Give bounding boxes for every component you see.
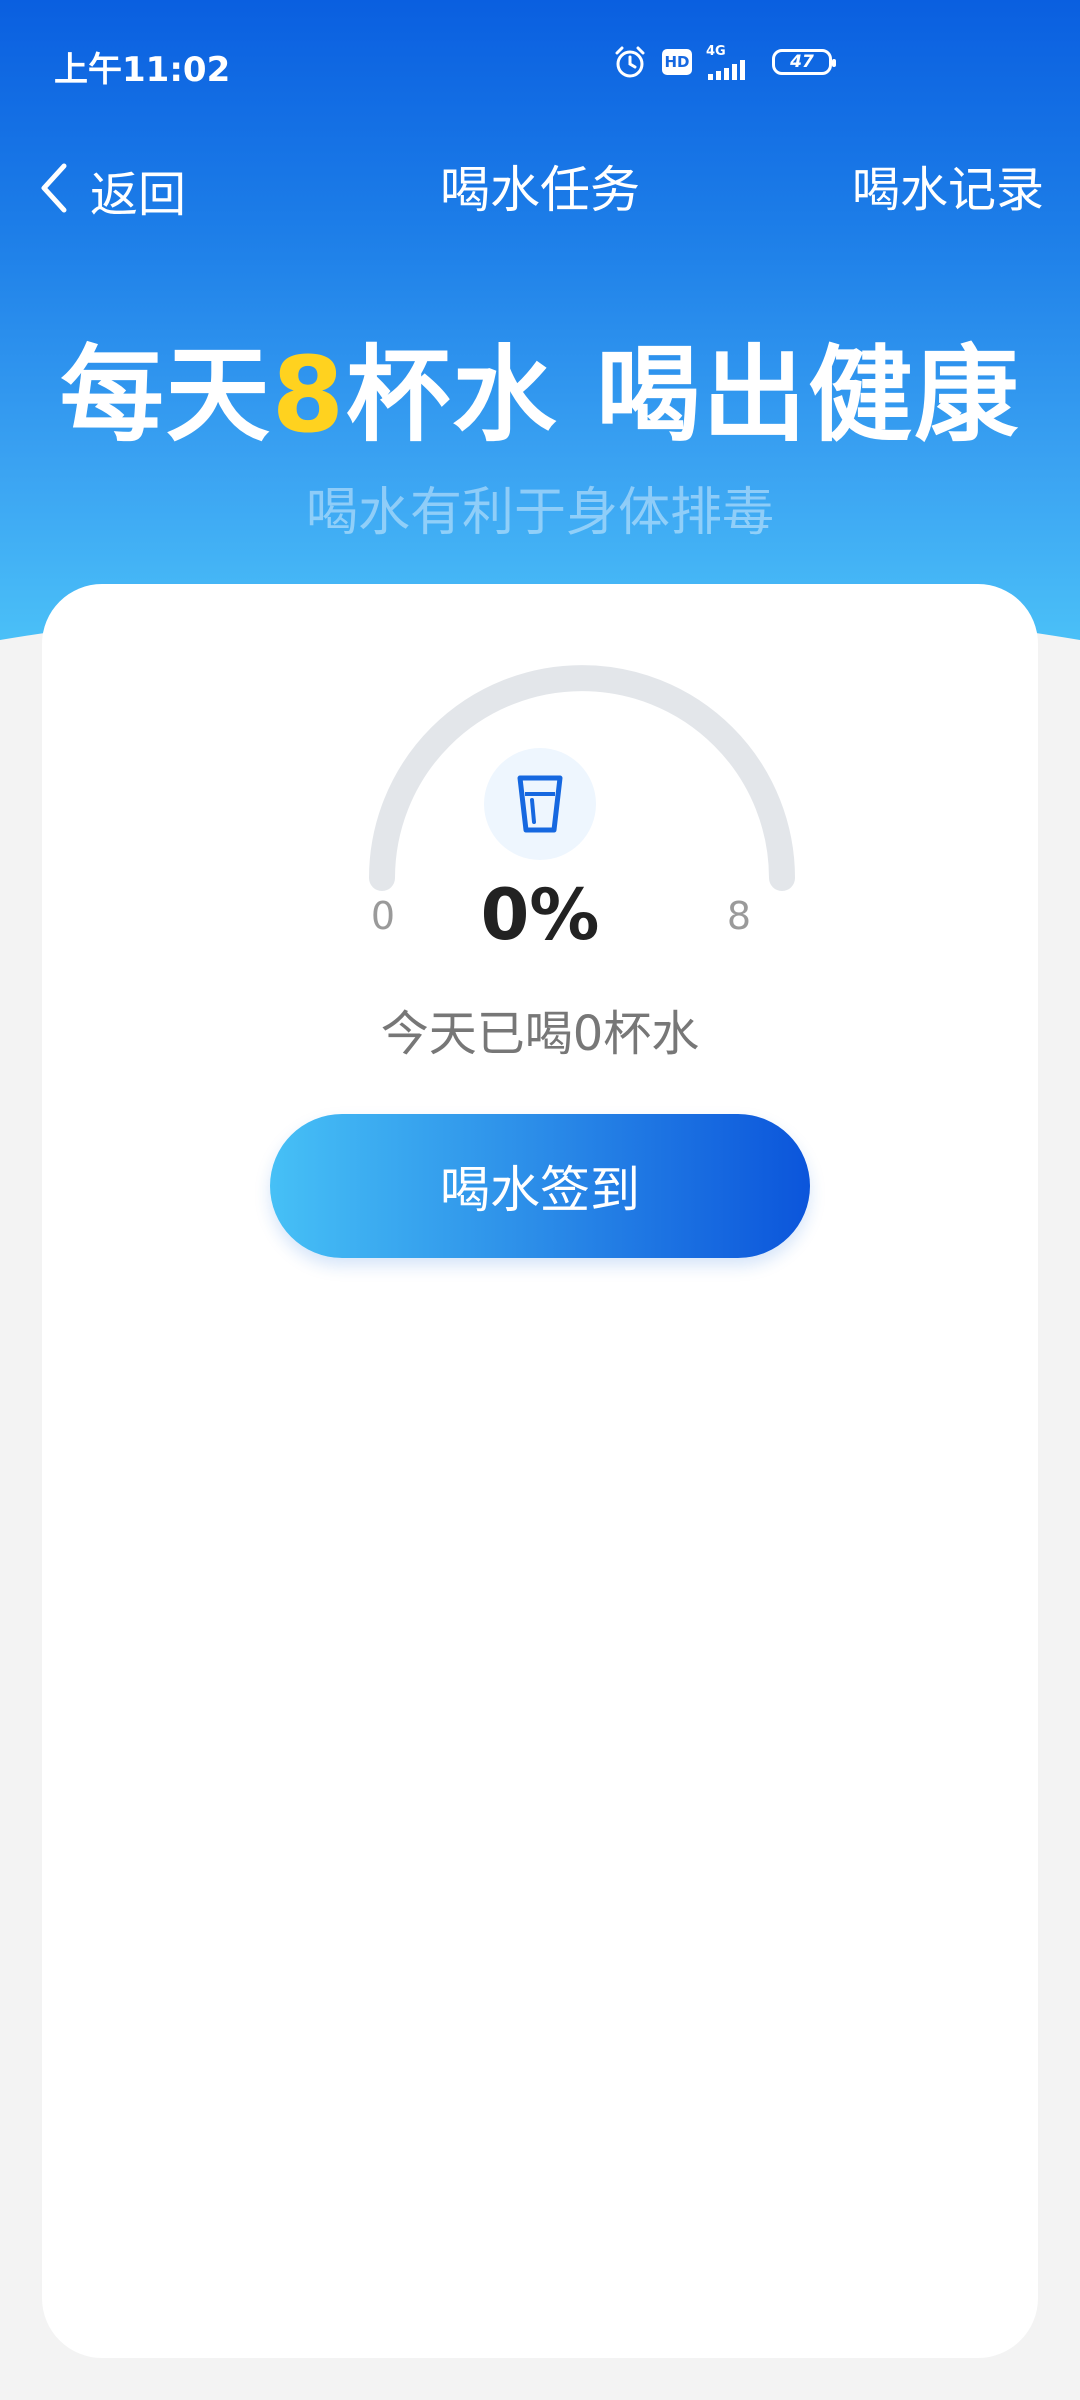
slogan-prefix: 每天 bbox=[59, 334, 272, 456]
status-icons: HD 4G 47 bbox=[612, 42, 836, 82]
slogan-highlight: 8 bbox=[271, 334, 347, 456]
water-cup-icon bbox=[484, 748, 596, 860]
alarm-clock-icon bbox=[612, 44, 648, 80]
nav-bar: 返回 喝水任务 喝水记录 bbox=[0, 140, 1080, 240]
slogan-subtitle: 喝水有利于身体排毒 bbox=[305, 483, 774, 543]
battery-level: 47 bbox=[790, 52, 814, 72]
status-time: 上午11:02 bbox=[54, 50, 231, 90]
drink-checkin-button[interactable]: 喝水签到 bbox=[270, 1114, 810, 1258]
slogan-suffix: 杯水 喝出健康 bbox=[346, 334, 1021, 456]
drink-water-task-page: 上午11:02 HD 4G 47 返回 喝水任务 喝水记录 每天8杯水 喝出健康… bbox=[0, 0, 1080, 2400]
signal-bars-icon: 4G bbox=[706, 45, 758, 80]
slogan: 每天8杯水 喝出健康 bbox=[0, 310, 1080, 461]
progress-percent: 0% bbox=[480, 874, 600, 956]
task-card: 0 8 0% 今天已喝0杯水 喝水签到 bbox=[42, 584, 1038, 2358]
today-cups-text: 今天已喝0杯水 bbox=[380, 1006, 700, 1062]
battery-icon: 47 bbox=[772, 49, 836, 75]
hd-badge: HD bbox=[662, 49, 692, 75]
drink-record-link[interactable]: 喝水记录 bbox=[852, 150, 1044, 230]
network-type: 4G bbox=[706, 43, 726, 59]
status-bar: 上午11:02 HD 4G 47 bbox=[0, 0, 1080, 130]
